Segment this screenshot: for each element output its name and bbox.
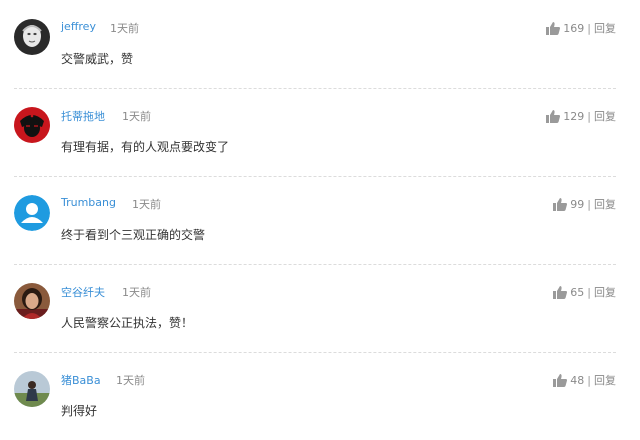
comment-time: 1天前 [116,374,145,387]
reply-button[interactable]: 回复 [594,196,616,212]
comment-actions: 99 | 回复 [553,196,616,212]
comment-time: 1天前 [132,198,161,211]
thumbs-up-icon[interactable] [553,285,568,299]
comment-time: 1天前 [110,22,139,35]
avatar-sketch-icon [14,19,50,55]
thumbs-up-icon[interactable] [553,373,568,387]
username-link[interactable]: Trumbang [61,196,116,209]
thumbs-up-icon[interactable] [546,109,561,123]
avatar-photo-landscape-icon [14,371,50,407]
user-avatar[interactable] [14,283,50,319]
comment-actions: 129 | 回复 [546,108,616,124]
separator: | [587,285,591,299]
comment-item: 托蒂拖地 1天前 有理有据，有的人观点要改变了 129 | 回复 [0,88,640,177]
username-link[interactable]: 空谷纤夫 [61,284,105,300]
comment-actions: 169 | 回复 [546,20,616,36]
separator: | [587,197,591,211]
user-avatar[interactable] [14,107,50,143]
comment-actions: 48 | 回复 [553,372,616,388]
like-count: 129 [563,109,585,123]
separator: | [587,21,591,35]
comment-item: Trumbang 1天前 终于看到个三观正确的交警 99 | 回复 [0,176,640,265]
comment-item: 猪BaBa 1天前 判得好 48 | 回复 [0,352,640,440]
comment-item: jeffrey 1天前 交警威武，赞 169 | 回复 [0,0,640,89]
comment-text: 人民警察公正执法，赞！ [61,316,194,330]
avatar-portrait-red-icon [14,107,50,143]
avatar-photo-woman-icon [14,283,50,319]
like-count: 48 [570,373,585,387]
like-count: 169 [563,21,585,35]
comment-text: 终于看到个三观正确的交警 [61,228,206,242]
reply-button[interactable]: 回复 [594,20,616,36]
avatar-default-user-icon [14,195,50,231]
comment-time: 1天前 [122,110,151,123]
comment-actions: 65 | 回复 [553,284,616,300]
user-avatar[interactable] [14,195,50,231]
username-link[interactable]: 猪BaBa [61,372,101,388]
comment-text: 交警威武，赞 [61,52,134,66]
comment-item: 空谷纤夫 1天前 人民警察公正执法，赞！ 65 | 回复 [0,264,640,353]
reply-button[interactable]: 回复 [594,372,616,388]
reply-button[interactable]: 回复 [594,284,616,300]
comment-time: 1天前 [122,286,151,299]
separator: | [587,109,591,123]
thumbs-up-icon[interactable] [546,21,561,35]
username-link[interactable]: jeffrey [61,20,96,33]
separator: | [587,373,591,387]
user-avatar[interactable] [14,371,50,407]
reply-button[interactable]: 回复 [594,108,616,124]
username-link[interactable]: 托蒂拖地 [61,108,105,124]
like-count: 65 [570,285,585,299]
comment-text: 有理有据，有的人观点要改变了 [61,140,230,154]
user-avatar[interactable] [14,19,50,55]
like-count: 99 [570,197,585,211]
comment-text: 判得好 [61,404,98,418]
thumbs-up-icon[interactable] [553,197,568,211]
